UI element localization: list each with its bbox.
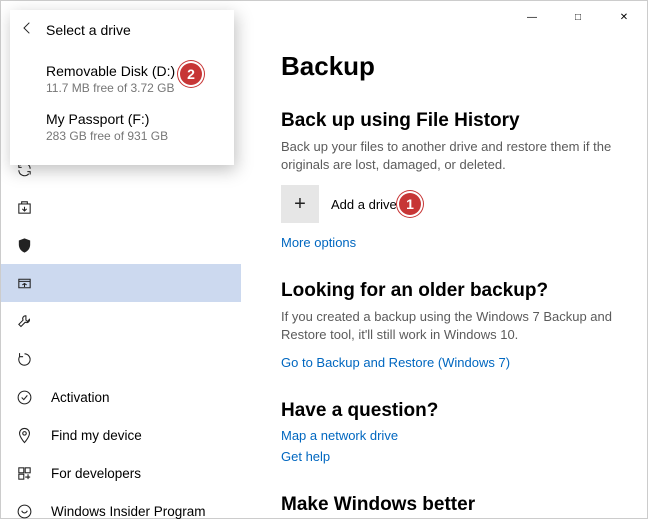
question-section: Have a question? Map a network drive Get… <box>281 400 613 464</box>
callout-2: 2 <box>178 61 204 87</box>
dev-icon <box>15 464 33 482</box>
nav-label: Activation <box>51 390 110 405</box>
sidebar-item-troubleshoot[interactable] <box>1 302 241 340</box>
nav-label: Windows Insider Program <box>51 504 206 519</box>
older-backup-section: Looking for an older backup? If you crea… <box>281 280 613 370</box>
drive-option-d[interactable]: Removable Disk (D:) 11.7 MB free of 3.72… <box>10 57 234 105</box>
fh-head: Back up using File History <box>281 110 613 132</box>
nav-label: For developers <box>51 466 141 481</box>
map-drive-link[interactable]: Map a network drive <box>281 428 613 443</box>
sidebar-item-developers[interactable]: For developers <box>1 454 241 492</box>
close-button[interactable]: ✕ <box>601 1 647 33</box>
select-drive-flyout: Select a drive Removable Disk (D:) 11.7 … <box>10 10 234 165</box>
drive-sub: 283 GB free of 931 GB <box>46 129 222 143</box>
sidebar-item-delivery[interactable] <box>1 188 241 226</box>
troubleshoot-icon <box>15 312 33 330</box>
activation-icon <box>15 388 33 406</box>
recovery-icon <box>15 350 33 368</box>
shield-icon <box>15 236 33 254</box>
drive-name: My Passport (F:) <box>46 111 222 127</box>
file-history-section: Back up using File History Back up your … <box>281 110 613 250</box>
older-link[interactable]: Go to Backup and Restore (Windows 7) <box>281 355 613 370</box>
nav-label: Find my device <box>51 428 142 443</box>
fh-desc: Back up your files to another drive and … <box>281 138 613 173</box>
older-desc: If you created a backup using the Window… <box>281 308 613 343</box>
sidebar-item-recovery[interactable] <box>1 340 241 378</box>
sidebar-item-insider[interactable]: Windows Insider Program <box>1 492 241 530</box>
find-icon <box>15 426 33 444</box>
minimize-button[interactable]: — <box>509 1 555 33</box>
flyout-title: Select a drive <box>46 22 131 38</box>
callout-1: 1 <box>397 191 423 217</box>
plus-icon: + <box>294 193 306 216</box>
sidebar-item-find[interactable]: Find my device <box>1 416 241 454</box>
better-head: Make Windows better <box>281 494 613 516</box>
sidebar-item-activation[interactable]: Activation <box>1 378 241 416</box>
sidebar-item-backup[interactable] <box>1 264 241 302</box>
delivery-icon <box>15 198 33 216</box>
insider-icon <box>15 502 33 520</box>
drive-option-f[interactable]: My Passport (F:) 283 GB free of 931 GB <box>10 105 234 153</box>
older-head: Looking for an older backup? <box>281 280 613 302</box>
add-drive-label: Add a drive <box>331 197 397 212</box>
backup-icon <box>15 274 33 292</box>
more-options-link[interactable]: More options <box>281 235 613 250</box>
question-head: Have a question? <box>281 400 613 422</box>
main-content: Backup Back up using File History Back u… <box>241 33 647 518</box>
better-section: Make Windows better Give us feedback <box>281 494 613 518</box>
get-help-link[interactable]: Get help <box>281 449 613 464</box>
maximize-button[interactable]: □ <box>555 1 601 33</box>
back-arrow-icon[interactable] <box>20 20 36 39</box>
add-drive-button[interactable]: + <box>281 185 319 223</box>
sidebar-item-security[interactable] <box>1 226 241 264</box>
page-title: Backup <box>281 51 613 82</box>
